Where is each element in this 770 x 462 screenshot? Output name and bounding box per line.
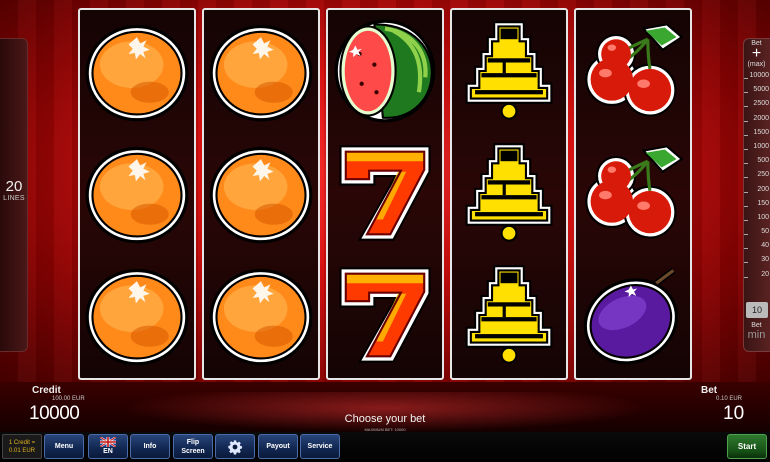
reel-1-symbol-1 (80, 10, 194, 132)
service-button[interactable]: Service (300, 434, 340, 459)
bet-title: Bet (701, 385, 718, 396)
orange-icon (85, 146, 189, 244)
bell-icon (465, 21, 553, 120)
info-button-label: Info (143, 443, 157, 450)
seven-icon (339, 267, 431, 363)
cherries-icon (585, 23, 684, 117)
reel-1 (78, 8, 196, 380)
reel-4-symbol-1 (452, 10, 566, 132)
bet-tick[interactable]: 2500 (744, 100, 770, 114)
reel-2-symbol-2 (204, 132, 318, 254)
gear-icon (228, 439, 243, 454)
bet-tick[interactable]: 5000 (744, 86, 770, 100)
flag-icon (100, 437, 116, 447)
start-button-label: Start (737, 442, 757, 451)
bet-slider-handle[interactable]: 10 (746, 302, 768, 318)
reel-5-symbol-2 (576, 132, 690, 254)
reel-2-symbol-3 (204, 254, 318, 376)
bet-tick[interactable]: 1000 (744, 143, 770, 157)
info-button[interactable]: Info (130, 434, 170, 459)
bet-tick[interactable]: 1500 (744, 129, 770, 143)
bet-tick[interactable]: 250 (744, 171, 770, 185)
status-message: Choose your bet (344, 413, 426, 425)
bet-tick[interactable]: 10000 (744, 72, 770, 86)
bet-tick[interactable]: 2000 (744, 115, 770, 129)
cherries-icon (585, 145, 684, 239)
credit-denomination-button[interactable]: 1 Credit = 0.01 EUR (2, 434, 42, 459)
reel-2-symbol-1 (204, 10, 318, 132)
reel-1-symbol-3 (80, 254, 194, 376)
bet-rail-bottom-title: Bet (751, 322, 762, 329)
bet-tick[interactable]: 20 (744, 271, 770, 285)
language-label: EN (103, 448, 113, 455)
reel-5 (574, 8, 692, 380)
bet-max-control[interactable]: Bet + (max) (743, 40, 770, 68)
reel-4 (450, 8, 568, 380)
plum-icon (583, 267, 679, 365)
reel-3-symbol-2 (328, 132, 442, 254)
flip-screen-label-line2: Screen (181, 447, 205, 455)
credit-currency-amount: 100.00 EUR (52, 396, 85, 402)
credit-denomination-line2: 0.01 EUR (8, 448, 35, 454)
service-button-label: Service (307, 443, 333, 450)
start-button[interactable]: Start (727, 434, 767, 459)
watermelon-icon (334, 19, 436, 123)
reel-5-symbol-3 (576, 254, 690, 376)
reels-area (78, 8, 692, 380)
lines-label: LINES (3, 195, 25, 202)
reel-1-symbol-2 (80, 132, 194, 254)
flip-screen-label-line1: Flip (186, 438, 200, 446)
lines-indicator: 20 LINES (0, 178, 28, 202)
bet-tick[interactable]: 500 (744, 157, 770, 171)
reel-3 (326, 8, 444, 380)
orange-icon (85, 268, 189, 366)
flip-screen-button[interactable]: Flip Screen (173, 434, 213, 459)
bell-icon (465, 143, 553, 242)
bet-min-control[interactable]: Bet min (743, 322, 770, 341)
orange-icon (85, 24, 189, 122)
language-button[interactable]: EN (88, 434, 128, 459)
bell-icon (465, 265, 553, 364)
payout-button-label: Payout (266, 443, 290, 450)
bet-min-label: min (747, 329, 766, 341)
bet-tick[interactable]: 150 (744, 200, 770, 214)
bet-currency-amount: 0.10 EUR (716, 396, 743, 402)
lines-count: 20 (5, 178, 23, 195)
bet-tick[interactable]: 200 (744, 186, 770, 200)
reel-4-symbol-3 (452, 254, 566, 376)
reel-3-symbol-3 (328, 254, 442, 376)
orange-icon (209, 268, 313, 366)
orange-icon (209, 24, 313, 122)
orange-icon (209, 146, 313, 244)
reel-5-symbol-1 (576, 10, 690, 132)
settings-button[interactable] (215, 434, 255, 459)
seven-icon (339, 145, 431, 241)
bet-tick[interactable]: 30 (744, 256, 770, 270)
credit-title: Credit (32, 385, 61, 396)
menu-button-label: Menu (54, 443, 74, 450)
bet-max-label: (max) (747, 61, 766, 68)
bet-tick-list: 10000 5000 2500 2000 1500 1000 500 250 200 150 100… (744, 72, 770, 285)
credit-denomination-line1: 1 Credit = (8, 440, 36, 446)
payout-button[interactable]: Payout (258, 434, 298, 459)
reel-3-symbol-1 (328, 10, 442, 132)
reel-2 (202, 8, 320, 380)
bet-tick[interactable]: 40 (744, 242, 770, 256)
bet-tick[interactable]: 100 (744, 214, 770, 228)
bet-tick[interactable]: 50 (744, 228, 770, 242)
reel-4-symbol-2 (452, 132, 566, 254)
menu-button[interactable]: Menu (44, 434, 84, 459)
bet-increase-icon[interactable]: + (743, 46, 770, 62)
